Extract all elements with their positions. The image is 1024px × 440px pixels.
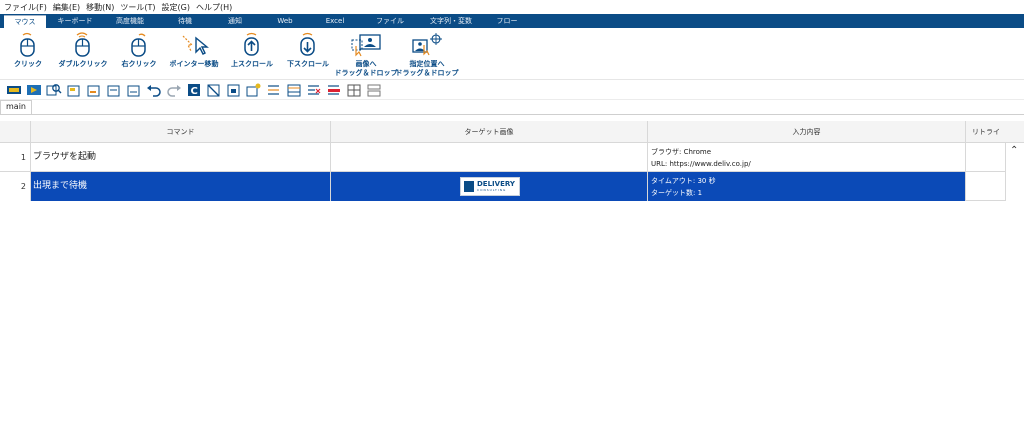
input-cell[interactable]: タイムアウト: 30 秒 ターゲット数: 1 xyxy=(648,172,966,201)
tab-web[interactable]: Web xyxy=(260,15,310,28)
mouse-click-icon xyxy=(17,30,39,60)
menu-settings[interactable]: 設定(G) xyxy=(162,2,190,13)
mouse-right-click-icon xyxy=(128,30,150,60)
grid-split-icon[interactable] xyxy=(364,82,384,98)
input-cell[interactable]: ブラウザ: Chrome URL: https://www.deliv.co.j… xyxy=(648,143,966,172)
click-button[interactable]: クリック xyxy=(6,30,50,69)
scroll-down-icon xyxy=(296,30,320,60)
drag-to-position-label-2: ドラッグ＆ドロップ xyxy=(395,69,459,77)
scroll-down-button[interactable]: 下スクロール xyxy=(282,30,334,69)
scroll-up-icon xyxy=(240,30,264,60)
pointer-move-icon xyxy=(177,30,211,60)
input-line-1: タイムアウト: 30 秒 xyxy=(651,177,716,185)
grid-icon[interactable] xyxy=(344,82,364,98)
command-cell[interactable]: ブラウザを起動 xyxy=(31,143,331,172)
retry-cell[interactable] xyxy=(966,172,1006,201)
target-image-cell[interactable]: DELIVERY CONSULTING xyxy=(331,172,648,201)
delete-row-icon[interactable] xyxy=(124,82,144,98)
run-icon[interactable] xyxy=(4,82,24,98)
table-icon[interactable] xyxy=(284,82,304,98)
menu-bar: ファイル(F) 編集(E) 移動(N) ツール(T) 設定(G) ヘルプ(H) xyxy=(0,0,1024,14)
command-cell[interactable]: 出現まで待機 xyxy=(31,172,331,201)
logo-subtext: CONSULTING xyxy=(477,187,507,192)
header-rownum xyxy=(0,121,31,143)
drag-to-position-button[interactable]: 指定位置へ ドラッグ＆ドロップ xyxy=(395,30,459,78)
retry-cell[interactable] xyxy=(966,143,1006,172)
command-toolbar: C xyxy=(0,80,1024,100)
drag-to-image-icon xyxy=(348,30,384,60)
menu-file[interactable]: ファイル(F) xyxy=(4,2,47,13)
add-image-icon[interactable] xyxy=(244,82,264,98)
input-line-2: URL: https://www.deliv.co.jp/ xyxy=(651,160,751,168)
menu-move[interactable]: 移動(N) xyxy=(86,2,114,13)
capture-icon[interactable] xyxy=(224,82,244,98)
run-step-icon[interactable] xyxy=(24,82,44,98)
tab-string-variable[interactable]: 文字列・変数 xyxy=(420,15,482,28)
document-tab-strip: main xyxy=(0,100,1024,115)
header-target-image[interactable]: ターゲット画像 xyxy=(331,121,648,143)
grid-header: コマンド ターゲット画像 入力内容 リトライ xyxy=(0,121,1024,143)
scroll-up-label: 上スクロール xyxy=(231,60,273,68)
tab-mouse[interactable]: マウス xyxy=(4,15,46,28)
scroll-up-arrow-icon[interactable]: ⌃ xyxy=(1010,145,1018,156)
drag-to-position-icon xyxy=(409,30,445,60)
tab-flow[interactable]: フロー xyxy=(482,15,532,28)
header-input[interactable]: 入力内容 xyxy=(648,121,966,143)
remove-row-icon[interactable] xyxy=(304,82,324,98)
tab-advanced[interactable]: 高度機能 xyxy=(100,15,160,28)
logo-text: DELIVERY xyxy=(477,179,515,188)
drag-to-position-label-1: 指定位置へ xyxy=(409,60,445,68)
list-edit-icon[interactable] xyxy=(264,82,284,98)
undo-icon[interactable] xyxy=(144,82,164,98)
ribbon-tab-bar: マウス キーボード 高度機能 待機 通知 Web Excel ファイル 文字列・… xyxy=(0,14,1024,28)
disable-icon[interactable] xyxy=(204,82,224,98)
tab-main[interactable]: main xyxy=(0,100,32,114)
redo-icon[interactable] xyxy=(164,82,184,98)
tab-excel[interactable]: Excel xyxy=(310,15,360,28)
svg-text:C: C xyxy=(191,86,198,97)
scroll-up-button[interactable]: 上スクロール xyxy=(226,30,278,69)
row-number: 1 xyxy=(0,143,31,172)
insert-below-icon[interactable] xyxy=(84,82,104,98)
right-click-label: 右クリック xyxy=(121,60,157,68)
tab-file[interactable]: ファイル xyxy=(360,15,420,28)
pointer-move-button[interactable]: ポインター移動 xyxy=(166,30,222,69)
header-retry[interactable]: リトライ xyxy=(966,121,1006,143)
drag-to-image-label-1: 画像へ xyxy=(355,60,377,68)
tab-keyboard[interactable]: キーボード xyxy=(50,15,100,28)
header-command[interactable]: コマンド xyxy=(31,121,331,143)
input-line-2: ターゲット数: 1 xyxy=(651,189,703,197)
click-label: クリック xyxy=(14,60,42,68)
pointer-move-label: ポインター移動 xyxy=(169,60,219,68)
logo-mark-icon xyxy=(464,181,474,192)
tab-notify[interactable]: 通知 xyxy=(210,15,260,28)
vertical-scrollbar[interactable]: ⌃ xyxy=(1006,143,1024,440)
command-grid: コマンド ターゲット画像 入力内容 リトライ 1 ブラウザを起動 ブラウザ: C… xyxy=(0,121,1024,440)
menu-tools[interactable]: ツール(T) xyxy=(120,2,155,13)
table-row[interactable]: 1 ブラウザを起動 ブラウザ: Chrome URL: https://www.… xyxy=(0,143,1024,172)
double-click-button[interactable]: ダブルクリック xyxy=(54,30,112,69)
scroll-down-label: 下スクロール xyxy=(287,60,329,68)
target-image-cell[interactable] xyxy=(331,143,648,172)
tab-wait[interactable]: 待機 xyxy=(160,15,210,28)
target-image-thumbnail: DELIVERY CONSULTING xyxy=(460,177,520,196)
menu-edit[interactable]: 編集(E) xyxy=(53,2,80,13)
clear-icon[interactable] xyxy=(324,82,344,98)
row-number: 2 xyxy=(0,172,31,201)
table-row-selected[interactable]: 2 出現まで待機 DELIVERY CONSULTING タイムアウト: 30 … xyxy=(0,172,1024,201)
drag-to-image-button[interactable]: 画像へ ドラッグ＆ドロップ xyxy=(335,30,398,78)
copy-row-icon[interactable] xyxy=(104,82,124,98)
right-click-button[interactable]: 右クリック xyxy=(116,30,162,69)
ribbon-panel: クリック ダブルクリック 右クリック ポインター移動 上スクロール 下スクロール xyxy=(0,28,1024,80)
mouse-double-click-icon xyxy=(72,30,94,60)
comment-icon[interactable]: C xyxy=(184,82,204,98)
menu-help[interactable]: ヘルプ(H) xyxy=(196,2,232,13)
double-click-label: ダブルクリック xyxy=(58,60,108,68)
insert-above-icon[interactable] xyxy=(64,82,84,98)
find-icon[interactable] xyxy=(44,82,64,98)
input-line-1: ブラウザ: Chrome xyxy=(651,148,712,156)
drag-to-image-label-2: ドラッグ＆ドロップ xyxy=(334,69,398,77)
